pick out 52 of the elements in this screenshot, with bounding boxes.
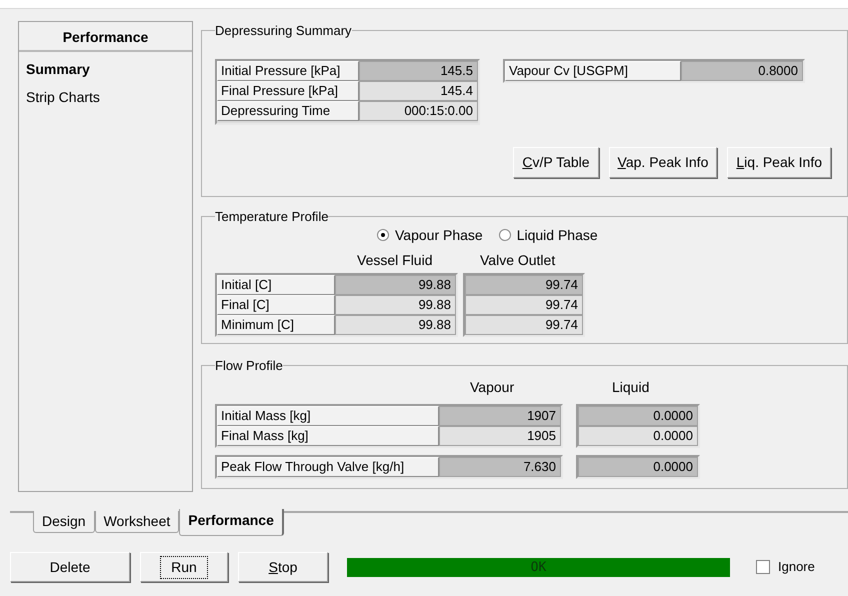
field-label: Peak Flow Through Valve [kg/h]: [217, 456, 439, 476]
radio-button[interactable]: [498, 229, 511, 241]
value-field: 145.4: [359, 80, 478, 100]
value-field: 0.0000: [578, 406, 698, 426]
value-field: 145.5: [359, 60, 478, 80]
tab[interactable]: Worksheet: [94, 511, 180, 533]
value-field: 1907: [439, 406, 561, 426]
action-button[interactable]: Vap. Peak Info: [608, 146, 718, 178]
value-field: 99.88: [335, 274, 456, 294]
nav-item[interactable]: Summary: [19, 58, 192, 86]
action-button[interactable]: Cv/P Table: [513, 146, 599, 178]
group-title: Depressuring Summary: [215, 22, 352, 40]
ignore-checkbox[interactable]: [756, 560, 770, 574]
nav-item[interactable]: Strip Charts: [19, 86, 192, 114]
value-field: 0.8000: [681, 60, 803, 80]
column-header: Vapour: [470, 378, 514, 397]
radio-button[interactable]: [377, 229, 389, 241]
status-bar: OK: [347, 558, 730, 576]
column-header: Vessel Fluid: [357, 250, 432, 270]
command-button[interactable]: Run: [140, 552, 228, 582]
value-field: 99.74: [465, 294, 583, 314]
field-label: Final [C]: [217, 294, 335, 314]
value-field: 0.0000: [578, 456, 698, 476]
field-label: Vapour Cv [USGPM]: [505, 60, 681, 80]
command-button[interactable]: Stop: [238, 552, 328, 582]
field-label: Minimum [C]: [217, 314, 335, 334]
value-field: 99.74: [465, 274, 583, 294]
value-field: 99.88: [335, 294, 456, 314]
ignore-label: Ignore: [778, 558, 815, 576]
action-button[interactable]: Liq. Peak Info: [727, 146, 831, 178]
column-header: Valve Outlet: [480, 250, 556, 270]
column-header: Liquid: [612, 378, 650, 397]
tab[interactable]: Design: [33, 511, 95, 533]
tab[interactable]: Performance: [179, 509, 284, 536]
group-title: Temperature Profile: [215, 208, 328, 226]
value-field: 99.74: [465, 314, 583, 334]
radio-label: Liquid Phase: [516, 226, 598, 245]
value-field: 000:15:0.00: [359, 100, 478, 120]
field-label: Initial [C]: [217, 274, 335, 294]
command-button[interactable]: Delete: [10, 552, 130, 582]
value-field: 0.0000: [578, 426, 698, 446]
nav-title: Performance: [19, 22, 192, 52]
field-label: Initial Pressure [kPa]: [217, 60, 359, 80]
field-label: Initial Mass [kg]: [217, 406, 439, 426]
value-field: 99.88: [335, 314, 456, 334]
value-field: 1905: [439, 426, 561, 446]
value-field: 7.630: [439, 456, 561, 476]
field-label: Depressuring Time: [217, 100, 359, 120]
group-title: Flow Profile: [215, 357, 283, 375]
field-label: Final Mass [kg]: [217, 426, 439, 446]
field-label: Final Pressure [kPa]: [217, 80, 359, 100]
radio-label: Vapour Phase: [395, 226, 483, 245]
